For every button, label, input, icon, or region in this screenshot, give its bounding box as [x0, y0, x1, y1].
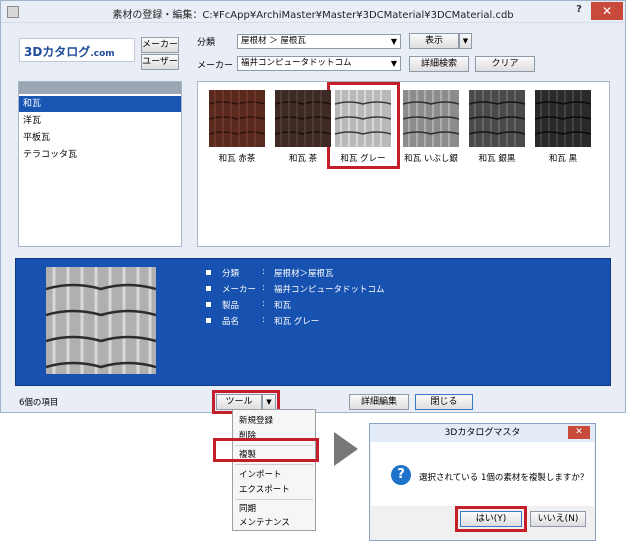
detail-key-maker: メーカー — [222, 285, 257, 295]
menu-item-maintenance[interactable]: メンテナンス — [233, 516, 315, 530]
chevron-down-icon: ▼ — [390, 59, 397, 68]
detail-value-category: 屋根材＞屋根瓦 — [274, 269, 334, 279]
tile-thumbnail — [209, 90, 265, 147]
detail-value-name: 和瓦 グレー — [274, 317, 320, 327]
material-item[interactable]: 和瓦 銀黒 — [462, 90, 532, 170]
bullet-icon — [206, 270, 211, 275]
detail-sep: : — [262, 267, 265, 277]
close-window-button[interactable]: ✕ — [591, 2, 623, 20]
maker-value: 福井コンピュータドットコム — [241, 58, 352, 68]
maker-select[interactable]: 福井コンピュータドットコム ▼ — [237, 56, 401, 71]
material-label: 和瓦 黒 — [548, 154, 578, 164]
help-button[interactable]: ? — [571, 4, 587, 18]
material-item-selected[interactable]: 和瓦 グレー — [335, 90, 405, 170]
menu-item-new[interactable]: 新規登録 — [233, 414, 315, 428]
material-grid: 和瓦 赤茶 和瓦 茶 和瓦 グレー 和瓦 いぶし銀 和瓦 銀黒 和瓦 黒 — [198, 90, 609, 180]
logo-suffix: .com — [90, 49, 115, 59]
material-item[interactable]: 和瓦 黒 — [528, 90, 598, 170]
display-button[interactable]: 表示 — [409, 33, 459, 49]
maker-button[interactable]: メーカー — [141, 37, 179, 53]
detail-key-product: 製品 — [222, 301, 240, 311]
dialog-title: 3Dカタログマスタ — [370, 424, 595, 442]
tile-thumbnail — [535, 90, 591, 147]
category-select[interactable]: 屋根材 ＞ 屋根瓦 ▼ — [237, 34, 401, 49]
category-item-terracotta[interactable]: テラコッタ瓦 — [19, 147, 181, 163]
material-preview-image — [46, 267, 156, 374]
category-value: 屋根材 ＞ 屋根瓦 — [241, 36, 306, 46]
tile-thumbnail — [275, 90, 331, 147]
dialog-message: 選択されている 1個の素材を複製しますか？ — [419, 473, 589, 483]
3dcatalog-logo: 3Dカタログ.com — [19, 38, 135, 62]
detail-key-category: 分類 — [222, 269, 240, 279]
material-label: 和瓦 いぶし銀 — [404, 154, 458, 164]
category-item-heiban[interactable]: 平板瓦 — [19, 130, 181, 146]
material-item[interactable]: 和瓦 赤茶 — [202, 90, 272, 170]
material-item[interactable]: 和瓦 いぶし銀 — [396, 90, 466, 170]
arrow-right-icon — [334, 432, 358, 466]
tool-dropdown-button[interactable]: ▼ — [262, 394, 276, 410]
chevron-down-icon: ▼ — [266, 398, 272, 406]
detail-sep: : — [262, 299, 265, 309]
chevron-down-icon: ▼ — [390, 37, 397, 46]
category-item-yogawara[interactable]: 洋瓦 — [19, 113, 181, 129]
tile-thumbnail — [469, 90, 525, 147]
question-icon: ? — [391, 465, 411, 485]
logo-main-text: 3Dカタログ — [24, 45, 91, 59]
menu-separator — [235, 464, 313, 465]
menu-item-import[interactable]: インポート — [233, 468, 315, 482]
category-item-wagawara[interactable]: 和瓦 — [19, 96, 181, 112]
yes-button[interactable]: はい(Y) — [460, 511, 522, 527]
maker-label: メーカー — [197, 61, 234, 71]
category-label: 分類 — [197, 38, 216, 48]
bullet-icon — [206, 286, 211, 291]
material-editor-window: 素材の登録・編集：C:¥FcApp¥ArchiMaster¥Master¥3DC… — [0, 0, 626, 414]
material-label: 和瓦 銀黒 — [478, 154, 516, 164]
material-label: 和瓦 赤茶 — [218, 154, 256, 164]
clear-button[interactable]: クリア — [475, 56, 535, 72]
tool-button[interactable]: ツール — [216, 394, 262, 410]
material-thumbnail-panel: 和瓦 赤茶 和瓦 茶 和瓦 グレー 和瓦 いぶし銀 和瓦 銀黒 和瓦 黒 — [197, 81, 610, 247]
category-list-header — [19, 82, 181, 94]
category-list[interactable]: 和瓦 洋瓦 平板瓦 テラコッタ瓦 — [18, 81, 182, 247]
tool-menu: 新規登録 削除 複製 インポート エクスポート 同期 メンテナンス — [232, 409, 316, 531]
detail-value-maker: 福井コンピュータドットコム — [274, 285, 385, 295]
display-dropdown-button[interactable]: ▼ — [459, 33, 472, 49]
dialog-close-button[interactable]: ✕ — [568, 426, 590, 439]
title-bar: 素材の登録・編集：C:¥FcApp¥ArchiMaster¥Master¥3DC… — [1, 1, 625, 23]
item-count-status: 6個の項目 — [19, 398, 59, 408]
detail-key-name: 品名 — [222, 317, 240, 327]
no-button[interactable]: いいえ(N) — [530, 511, 586, 527]
detail-sep: : — [262, 283, 265, 293]
advanced-search-button[interactable]: 詳細検索 — [409, 56, 469, 72]
material-detail-panel: 分類 : 屋根材＞屋根瓦 メーカー : 福井コンピュータドットコム 製品 : 和… — [15, 258, 611, 386]
user-button[interactable]: ユーザー — [141, 54, 179, 70]
edit-detail-button[interactable]: 詳細編集 — [349, 394, 409, 410]
duplicate-item-highlight — [213, 438, 319, 462]
window-title: 素材の登録・編集：C:¥FcApp¥ArchiMaster¥Master¥3DC… — [112, 10, 514, 21]
material-label: 和瓦 グレー — [340, 154, 386, 164]
chevron-down-icon: ▼ — [462, 37, 469, 45]
detail-sep: : — [262, 315, 265, 325]
tile-thumbnail — [335, 90, 391, 147]
detail-value-product: 和瓦 — [274, 301, 292, 311]
bullet-icon — [206, 318, 211, 323]
menu-separator — [235, 499, 313, 500]
close-button[interactable]: 閉じる — [415, 394, 473, 410]
menu-item-export[interactable]: エクスポート — [233, 483, 315, 497]
bullet-icon — [206, 302, 211, 307]
menu-item-sync[interactable]: 同期 — [233, 502, 315, 516]
tile-thumbnail — [403, 90, 459, 147]
